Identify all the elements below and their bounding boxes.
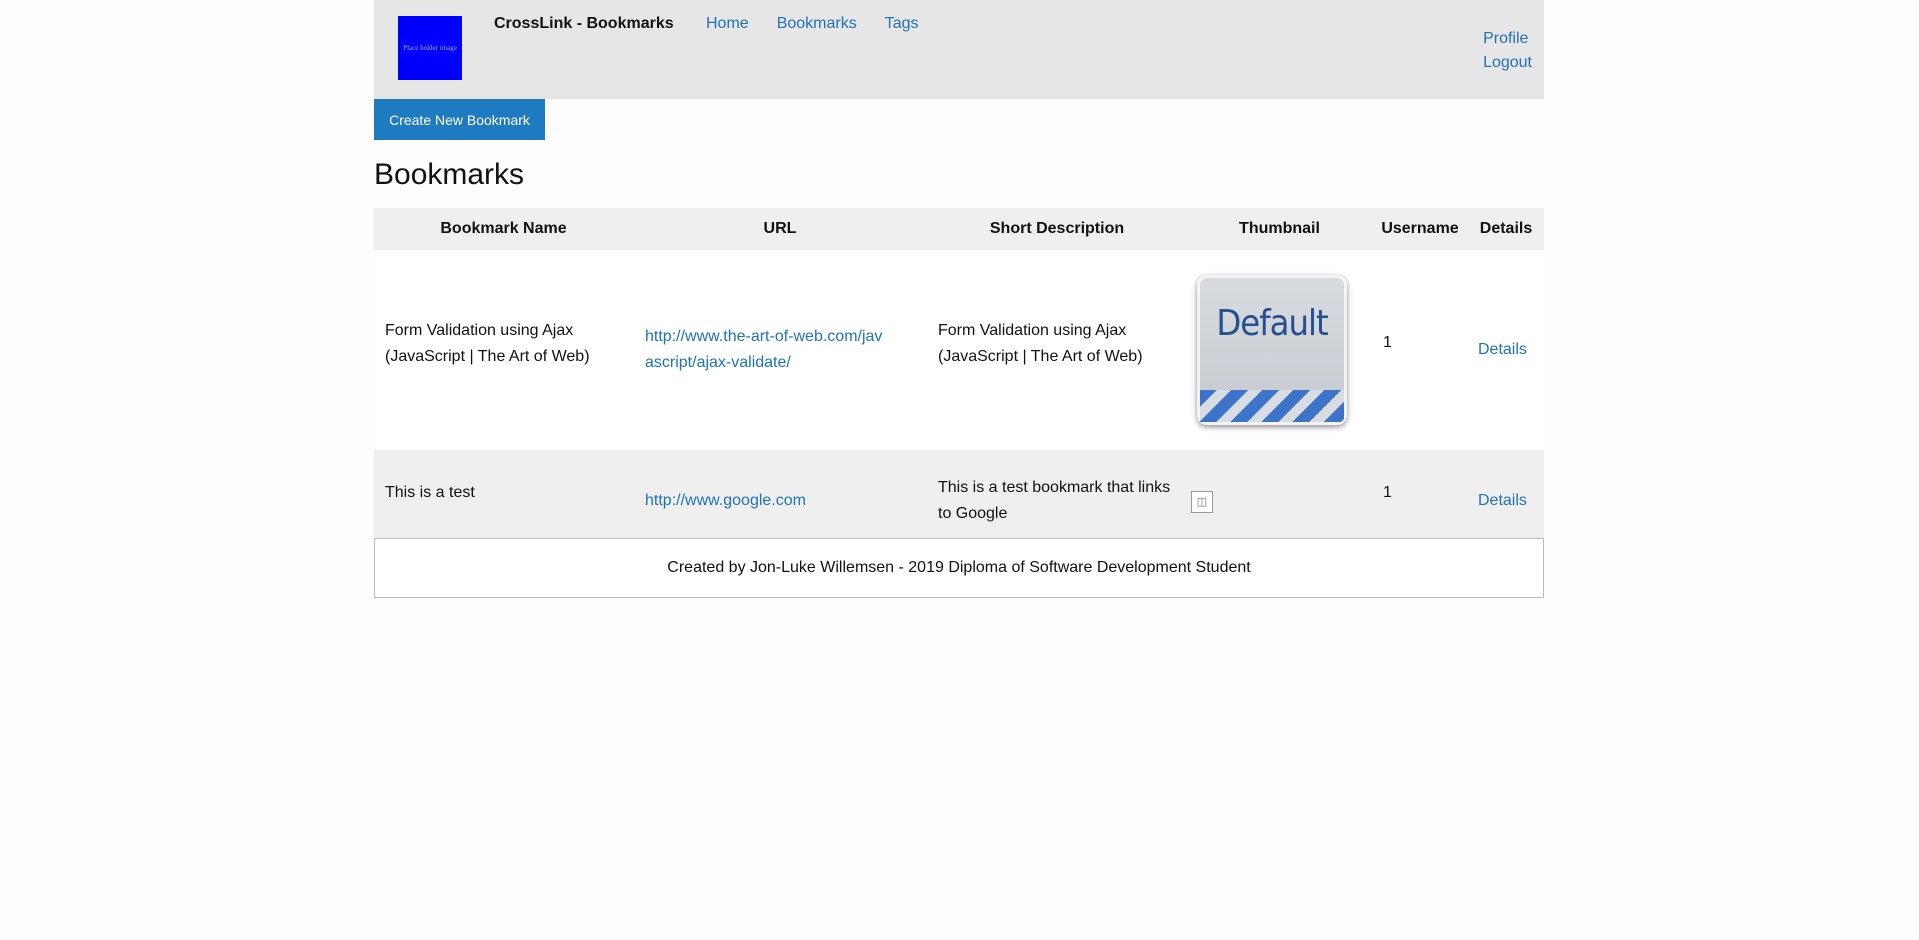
user-nav: Profile Logout (1483, 27, 1532, 75)
create-bookmark-button[interactable]: Create New Bookmark (374, 99, 545, 140)
site-header: Place holder image CrossLink - Bookmarks… (374, 0, 1544, 99)
thumbnail-stripes (1200, 390, 1344, 422)
bookmark-description: Form Validation using Ajax (JavaScript |… (927, 250, 1187, 450)
thumbnail-image: Default (1197, 275, 1347, 425)
nav-tags-link[interactable]: Tags (885, 15, 919, 33)
bookmark-thumbnail-cell: Default (1187, 250, 1372, 450)
broken-image-icon: ◫ (1191, 491, 1213, 513)
main-nav: Home Bookmarks Tags (706, 15, 947, 33)
logout-link[interactable]: Logout (1483, 51, 1532, 75)
bookmark-details-cell: Details (1468, 250, 1544, 450)
details-link[interactable]: Details (1478, 492, 1527, 509)
profile-link[interactable]: Profile (1483, 27, 1528, 51)
bookmark-name: Form Validation using Ajax (JavaScript |… (374, 250, 633, 450)
bookmark-description: This is a test bookmark that links to Go… (927, 450, 1187, 552)
column-header-details: Details (1468, 208, 1544, 250)
column-header-thumbnail: Thumbnail (1187, 208, 1372, 250)
brand-title: CrossLink - Bookmarks (494, 15, 674, 32)
column-header-url: URL (633, 208, 927, 250)
page: Place holder image CrossLink - Bookmarks… (374, 0, 1544, 598)
column-header-username: Username (1372, 208, 1468, 250)
bookmark-name: This is a test (374, 450, 633, 552)
nav-home-link[interactable]: Home (706, 15, 749, 33)
bookmark-username: 1 (1372, 250, 1468, 450)
column-header-name: Bookmark Name (374, 208, 633, 250)
bookmark-details-cell: Details (1468, 450, 1544, 552)
table-row: This is a test http://www.google.com Thi… (374, 450, 1544, 552)
bookmark-url-link[interactable]: http://www.the-art-of-web.com/javascript… (645, 328, 882, 371)
details-link[interactable]: Details (1478, 341, 1527, 358)
table-header-row: Bookmark Name URL Short Description Thum… (374, 208, 1544, 250)
bookmark-thumbnail-cell: ◫ (1187, 450, 1372, 552)
column-header-description: Short Description (927, 208, 1187, 250)
bookmark-url-cell: http://www.the-art-of-web.com/javascript… (633, 250, 927, 450)
bookmark-url-link[interactable]: http://www.google.com (645, 492, 806, 509)
page-title: Bookmarks (374, 158, 525, 191)
table-row: Form Validation using Ajax (JavaScript |… (374, 250, 1544, 450)
site-logo[interactable]: Place holder image (398, 16, 462, 80)
logo-text: Place holder image (403, 44, 457, 52)
bookmarks-table: Bookmark Name URL Short Description Thum… (374, 208, 1544, 552)
nav-bookmarks-link[interactable]: Bookmarks (777, 15, 857, 33)
site-footer: Created by Jon-Luke Willemsen - 2019 Dip… (374, 538, 1544, 598)
bookmark-url-cell: http://www.google.com (633, 450, 927, 552)
thumbnail-text: Default (1216, 303, 1328, 344)
bookmark-username: 1 (1372, 450, 1468, 552)
footer-text: Created by Jon-Luke Willemsen - 2019 Dip… (667, 559, 1251, 576)
